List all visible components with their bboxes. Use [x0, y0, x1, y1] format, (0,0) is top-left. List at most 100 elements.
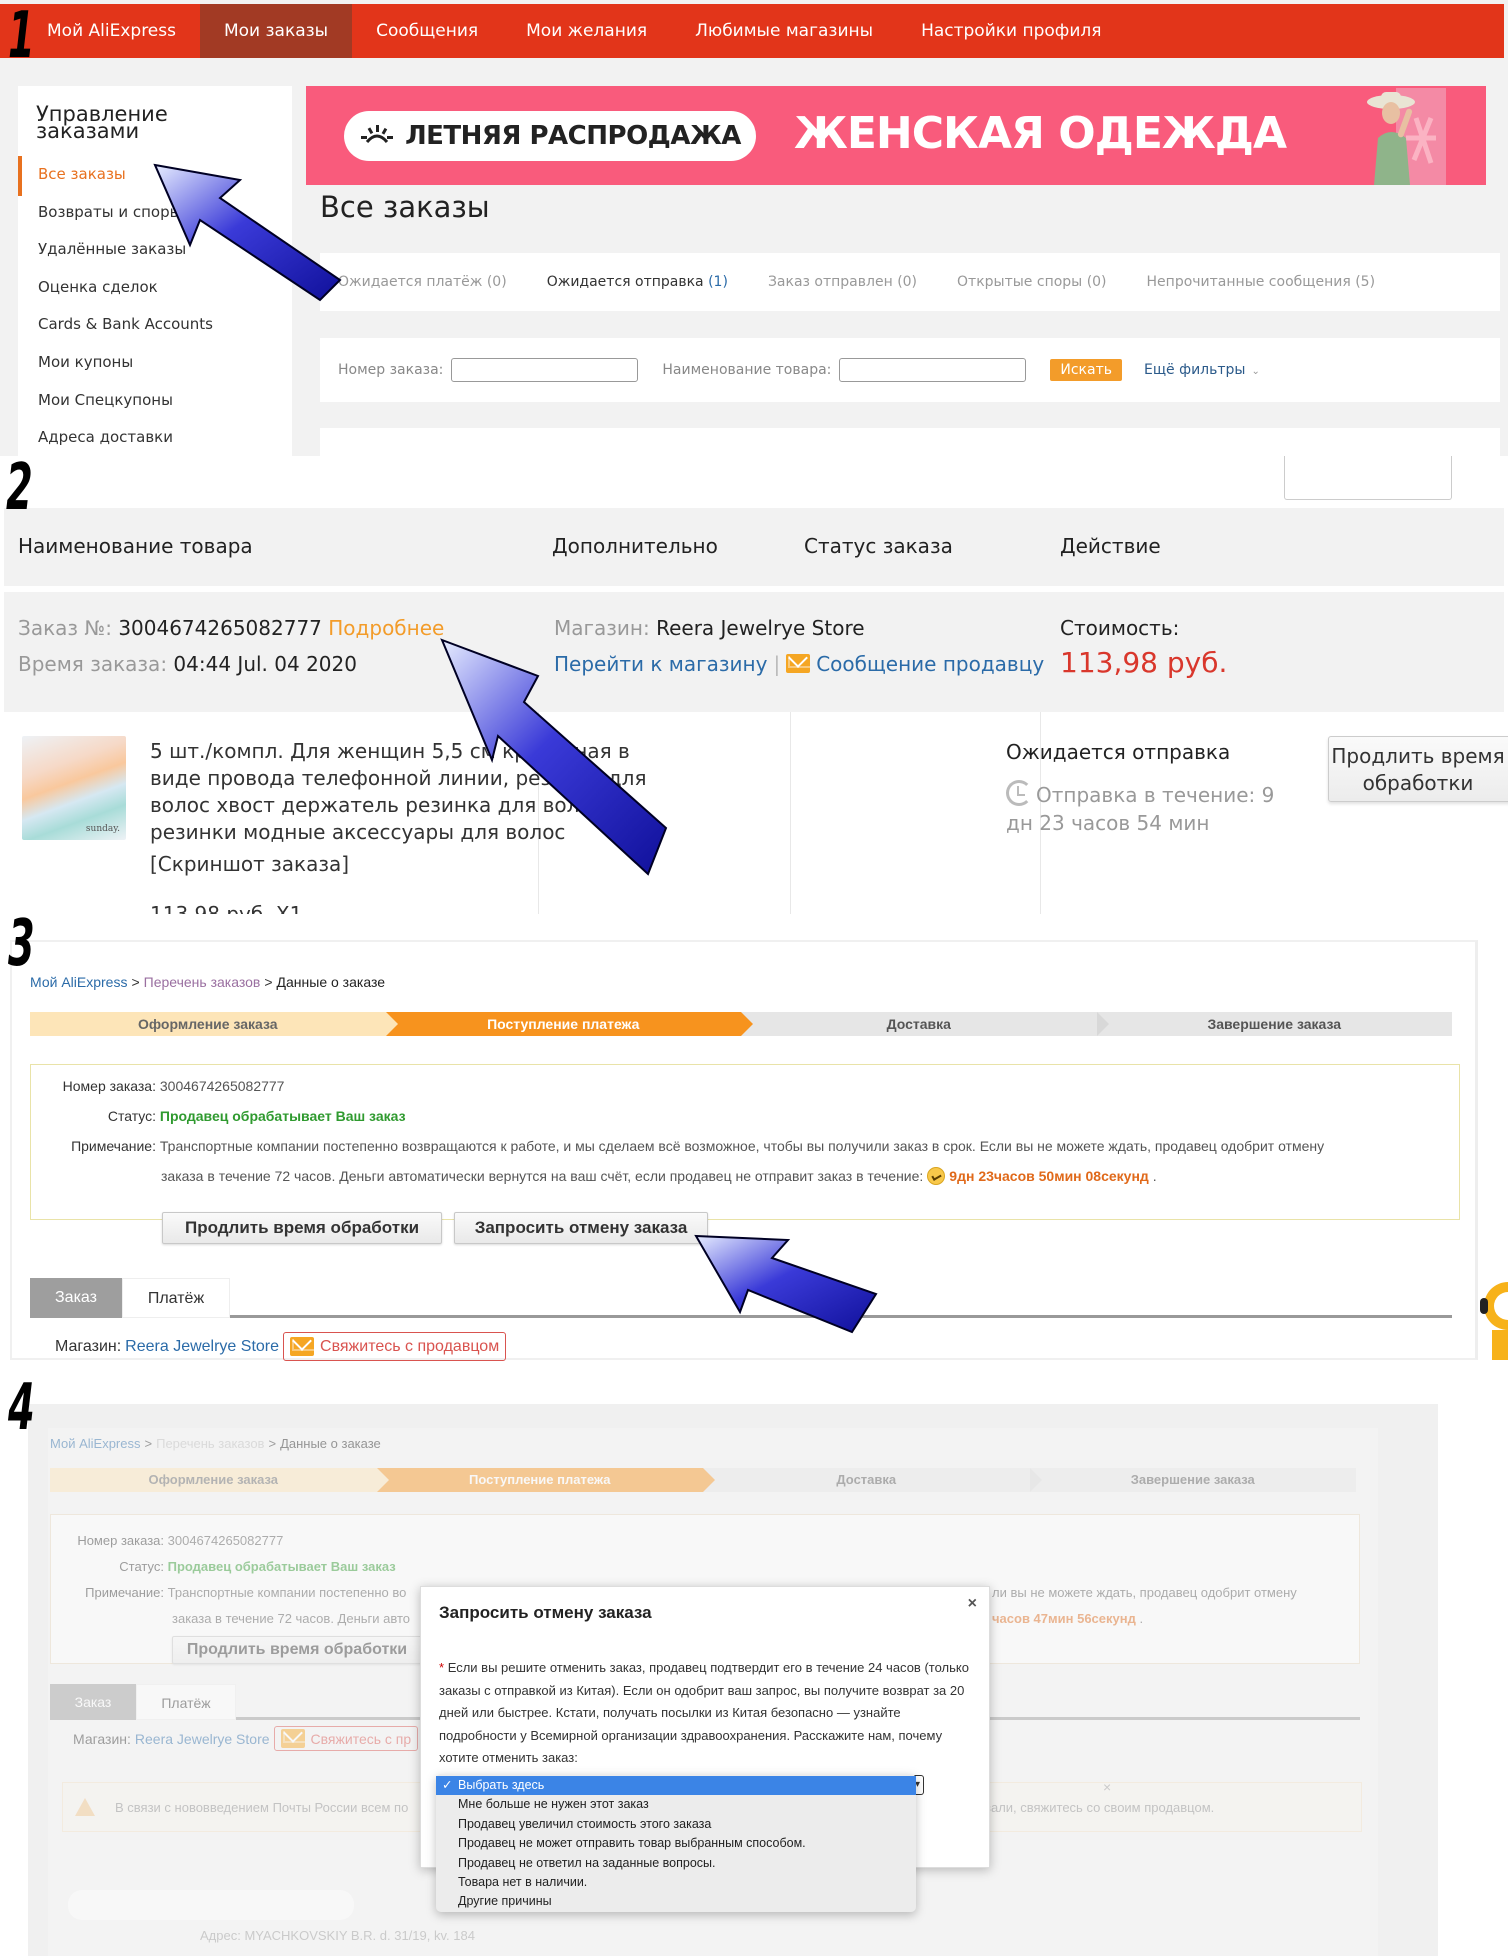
clock-icon [1006, 780, 1032, 806]
details-link[interactable]: Подробнее [328, 616, 444, 640]
progress-step-payment-received: Поступление платежа [376, 1468, 715, 1492]
reason-option[interactable]: Мне больше не нужен этот заказ [436, 1795, 916, 1814]
order-time-line: Время заказа: 04:44 Jul. 04 2020 [18, 652, 357, 676]
reason-option[interactable]: Выбрать здесь [436, 1776, 916, 1796]
order-number: 3004674265082777 [118, 616, 322, 640]
progress-step-completed: Завершение заказа [1096, 1012, 1452, 1036]
sidebar-item-cards-bank[interactable]: Cards & Bank Accounts [38, 315, 213, 333]
sidebar-item-special-coupons[interactable]: Мои Спецкупоны [38, 391, 173, 409]
nav-wishlist[interactable]: Мои желания [502, 4, 671, 58]
nav-messages[interactable]: Сообщения [352, 4, 502, 58]
order-item-row: sunday. 5 шт./компл. Для женщин 5,5 см к… [4, 712, 1508, 914]
column-product-name: Наименование товара [18, 534, 253, 558]
store-info: Магазин: Reera Jewelrye Store Свяжитесь … [55, 1332, 507, 1361]
reason-option[interactable]: Продавец не ответил на заданные вопросы. [436, 1854, 916, 1873]
column-divider [790, 712, 791, 914]
sidebar-item-feedback[interactable]: Оценка сделок [38, 278, 158, 296]
reason-option[interactable]: Другие причины [436, 1892, 916, 1911]
nav-my-orders[interactable]: Мои заказы [199, 4, 353, 58]
tab-open-disputes[interactable]: Открытые споры (0) [957, 274, 1107, 290]
nav-profile-settings[interactable]: Настройки профиля [897, 4, 1125, 58]
cancel-countdown: 9дн 23часов 50мин 08секунд [949, 1168, 1149, 1184]
note-row: Примечание: Транспортные компании постеп… [71, 1138, 1325, 1154]
tab-awaiting-shipment[interactable]: Ожидается отправка (1) [547, 274, 728, 290]
product-name-input[interactable] [839, 358, 1027, 382]
item-price-qty: 113,98 руб. X1 [150, 902, 303, 914]
tab-order[interactable]: Заказ [30, 1278, 122, 1318]
store-label: Магазин: [55, 1337, 122, 1355]
banner-pill: ЛЕТНЯЯ РАСПРОДАЖА [344, 111, 756, 161]
tab-payment[interactable]: Платёж [136, 1684, 236, 1720]
order-number-input[interactable] [451, 358, 639, 382]
order-tabs: Заказ Платёж [30, 1278, 1452, 1318]
reason-option[interactable]: Продавец увеличил стоимость этого заказа [436, 1815, 916, 1834]
go-to-store-link[interactable]: Перейти к магазину [554, 652, 767, 676]
extend-processing-time-button[interactable]: Продлить время обработки [172, 1636, 422, 1664]
nav-my-aliexpress[interactable]: Мой AliExpress [23, 4, 200, 58]
page-size-select[interactable] [1284, 456, 1452, 500]
step-number-4: 4 [8, 1371, 35, 1445]
tab-awaiting-payment[interactable]: Ожидается платёж (0) [338, 274, 507, 290]
order-progress: Оформление заказа Поступление платежа До… [50, 1468, 1356, 1492]
product-name-link[interactable]: 5 шт./компл. Для женщин 5,5 см красочная… [150, 738, 670, 846]
store-info: Магазин: Reera Jewelrye Store Свяжитесь … [73, 1726, 419, 1751]
breadcrumb: Мой AliExpress > Перечень заказов > Данные о… [50, 1436, 381, 1451]
close-icon[interactable]: × [1103, 1779, 1111, 1795]
request-cancellation-button[interactable]: Запросить отмену заказа [454, 1212, 708, 1244]
sidebar-item-returns-disputes[interactable]: Возвраты и споры [38, 203, 181, 221]
order-cost: 113,98 руб. [1060, 646, 1228, 679]
product-thumbnail[interactable]: sunday. [22, 736, 126, 840]
progress-step-payment-received: Поступление платежа [385, 1012, 753, 1036]
store-link[interactable]: Reera Jewelrye Store [135, 1731, 270, 1747]
contact-seller-button[interactable]: Свяжитесь с продавцом [283, 1332, 507, 1361]
dialog-title: Запросить отмену заказа [439, 1603, 652, 1622]
breadcrumb-orders-list[interactable]: Перечень заказов [144, 974, 261, 990]
breadcrumb-my-aliexpress[interactable]: Мой AliExpress [30, 974, 127, 990]
message-seller-link[interactable]: Сообщение продавцу [816, 652, 1044, 676]
order-time: 04:44 Jul. 04 2020 [173, 652, 357, 676]
countdown-row: часов 47мин 56секунд . [992, 1611, 1144, 1626]
reason-option[interactable]: Продавец не может отправить товар выбран… [436, 1834, 916, 1853]
dialog-text: * Если вы решите отменить заказ, продаве… [439, 1660, 969, 1765]
sidebar-item-coupons[interactable]: Мои купоны [38, 353, 133, 371]
close-icon[interactable]: × [968, 1595, 977, 1613]
promo-banner[interactable]: ЛЕТНЯЯ РАСПРОДАЖА ЖЕНСКАЯ ОДЕЖДА [306, 86, 1486, 185]
sidebar-item-addresses[interactable]: Адреса доставки [38, 428, 173, 446]
tab-payment[interactable]: Платёж [122, 1278, 230, 1318]
nav-favorite-stores[interactable]: Любимые магазины [671, 4, 897, 58]
support-robot-icon[interactable] [1478, 1276, 1508, 1360]
mail-icon [290, 1337, 315, 1356]
order-number-label: Номер заказа: [338, 362, 444, 378]
order-status: Ожидается отправка [1006, 740, 1231, 764]
panel-1-orders-list: Мой AliExpress Мои заказы Сообщения Мои … [0, 0, 1508, 456]
order-management-sidebar: Управление заказами Все заказы Возвраты … [18, 86, 292, 456]
reason-option[interactable]: Товара нет в наличии. [436, 1873, 916, 1892]
extend-processing-time-button[interactable]: Продлить время обработки [1328, 736, 1508, 802]
orders-list-area [320, 428, 1500, 456]
store-link[interactable]: Reera Jewelrye Store [125, 1338, 279, 1356]
progress-step-completed: Завершение заказа [1029, 1468, 1356, 1492]
order-number-row: Номер заказа: 3004674265082777 [77, 1533, 284, 1548]
cancel-reason-select[interactable]: Выбрать здесь Мне больше не нужен этот з… [436, 1774, 916, 1912]
panel-2-order-row: Наименование товара Дополнительно Статус… [0, 456, 1508, 914]
sidebar-item-deleted-orders[interactable]: Удалённые заказы [38, 240, 186, 258]
address-line: Адрес: MYACHKOVSKIY B.R. d. 31/19, kv. 1… [200, 1928, 475, 1943]
search-button[interactable]: Искать [1050, 359, 1123, 381]
progress-step-order-placed: Оформление заказа [30, 1012, 398, 1036]
store-links: Перейти к магазину | Сообщение продавцу [554, 652, 1045, 676]
more-filters-link[interactable]: Ещё фильтры ⌄ [1144, 362, 1260, 378]
sidebar-item-all-orders[interactable]: Все заказы [38, 165, 126, 183]
tab-unread-messages[interactable]: Непрочитанные сообщения (5) [1147, 274, 1376, 290]
step-number-3: 3 [8, 907, 35, 981]
step-number-2: 2 [6, 451, 33, 525]
breadcrumb-orders-list[interactable]: Перечень заказов [156, 1436, 264, 1451]
extend-processing-time-button[interactable]: Продлить время обработки [162, 1212, 442, 1244]
status-row: Статус: Продавец обрабатывает Ваш заказ [107, 1108, 406, 1124]
order-screenshot-link[interactable]: [Скриншот заказа] [150, 852, 349, 876]
contact-seller-button[interactable]: Свяжитесь с пр [273, 1726, 419, 1751]
breadcrumb-my-aliexpress[interactable]: Мой AliExpress [50, 1436, 141, 1451]
tab-shipped[interactable]: Заказ отправлен (0) [768, 274, 917, 290]
tab-order[interactable]: Заказ [50, 1684, 136, 1720]
progress-step-delivery: Доставка [741, 1012, 1109, 1036]
progress-step-delivery: Доставка [703, 1468, 1042, 1492]
